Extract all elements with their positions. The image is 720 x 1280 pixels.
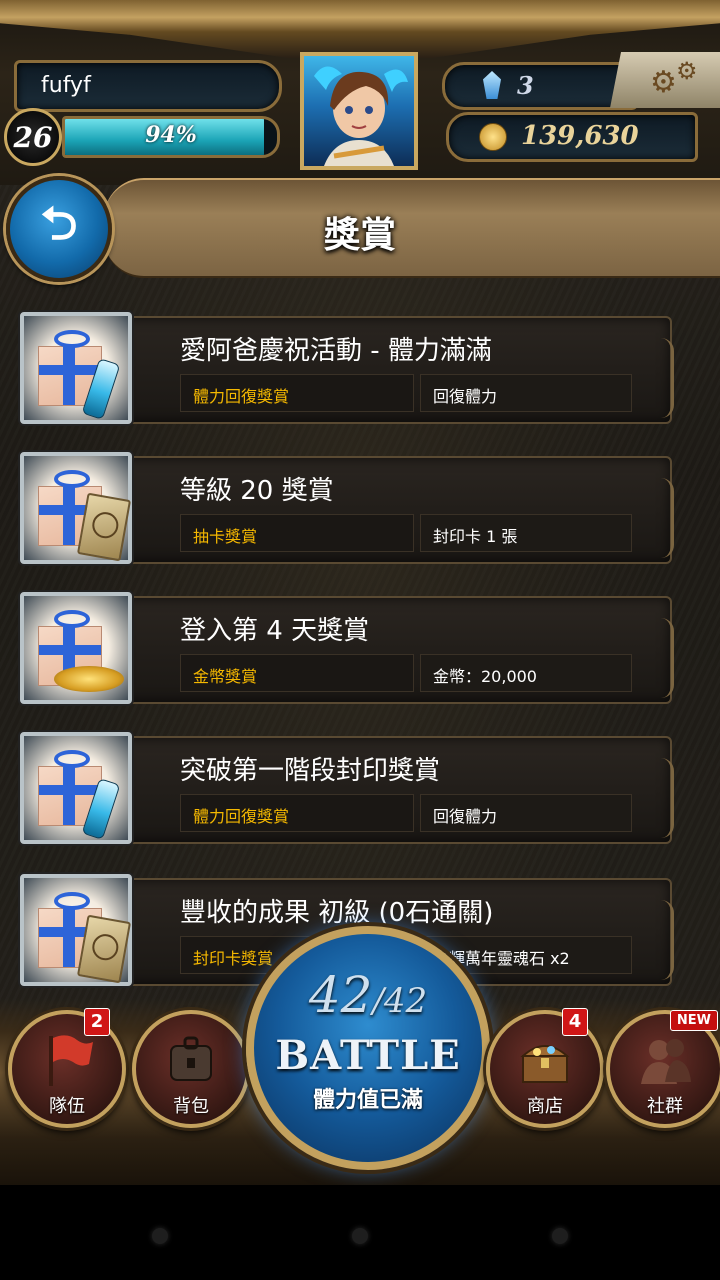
nav-team-label: 隊伍 — [49, 1096, 85, 1117]
reward-title: 豐收的成果 初級 (0石通關) — [180, 898, 494, 928]
gift-gold-coins-icon — [20, 592, 132, 704]
system-recents-button[interactable] — [552, 1228, 568, 1244]
stamina-status: 體力值已滿 — [312, 1088, 423, 1113]
nav-bag-button[interactable]: 背包 — [132, 1010, 250, 1128]
gift-stamina-vial-icon — [20, 312, 132, 424]
coin-count: 139,630 — [521, 121, 639, 151]
reward-type-box: 體力回復獎賞 — [180, 374, 414, 412]
reward-desc: 封印卡 1 張 — [433, 527, 518, 546]
gold-coin-icon — [479, 123, 507, 151]
gift-seal-card-icon — [20, 452, 132, 564]
system-home-button[interactable] — [352, 1228, 368, 1244]
reward-title: 突破第一階段封印獎賞 — [180, 756, 441, 786]
nav-shop-button[interactable]: 4 商店 — [486, 1008, 604, 1128]
stamina-max: /42 — [372, 981, 428, 1021]
gift-stamina-vial-icon — [20, 732, 132, 844]
player-level-badge: 26 — [4, 108, 62, 166]
reward-type-box: 體力回復獎賞 — [180, 794, 414, 832]
avatar-portrait-icon — [314, 66, 408, 166]
page-title: 獎賞 — [323, 215, 396, 256]
reward-row[interactable]: 愛阿爸慶祝活動 - 體力滿滿 體力回復獎賞 回復體力 — [20, 312, 674, 426]
nav-social-label: 社群 — [647, 1096, 683, 1117]
magic-stone-icon — [483, 71, 501, 99]
reward-desc-box: 金幣：20,000 — [420, 654, 632, 692]
back-arrow-icon: ⮌ — [40, 196, 78, 250]
gem-count: 3 — [517, 71, 534, 100]
backpack-icon — [136, 1032, 246, 1101]
nav-social-button[interactable]: NEW 社群 — [606, 1010, 720, 1128]
nav-shop-label: 商店 — [527, 1096, 563, 1117]
exp-bar: 94% — [62, 116, 280, 158]
gem-counter: 3 — [442, 62, 638, 110]
reward-title: 登入第 4 天獎賞 — [180, 616, 370, 646]
reward-desc-box: 封印卡 1 張 — [420, 514, 632, 552]
reward-desc: 回復體力 — [433, 387, 498, 406]
back-button[interactable]: ⮌ — [6, 176, 112, 282]
player-name-plate: fufyf — [14, 60, 282, 112]
reward-type: 抽卡獎賞 — [193, 527, 258, 546]
team-badge: 2 — [84, 1008, 110, 1036]
system-back-button[interactable] — [152, 1228, 168, 1244]
player-avatar[interactable] — [300, 52, 418, 170]
reward-desc-box: 回復體力 — [420, 794, 632, 832]
stamina-current: 42 — [308, 966, 373, 1024]
reward-type: 體力回復獎賞 — [193, 387, 290, 406]
reward-title: 等級 20 獎賞 — [180, 476, 334, 506]
header-ornament — [0, 0, 720, 58]
coin-counter: 139,630 — [446, 112, 698, 162]
reward-type-box: 抽卡獎賞 — [180, 514, 414, 552]
reward-desc-box: 回復體力 — [420, 374, 632, 412]
shop-badge: 4 — [562, 1008, 588, 1036]
battle-button[interactable]: 42/42 BATTLE 體力值已滿 — [246, 926, 490, 1170]
reward-title: 愛阿爸慶祝活動 - 體力滿滿 — [180, 336, 492, 366]
stamina-count: 42/42 — [254, 966, 482, 1024]
player-name: fufyf — [41, 73, 91, 98]
exp-percent: 94% — [145, 122, 197, 148]
nav-bag-label: 背包 — [173, 1096, 209, 1117]
title-banner: 獎賞 — [104, 178, 720, 278]
reward-row[interactable]: 等級 20 獎賞 抽卡獎賞 封印卡 1 張 — [20, 452, 674, 566]
game-screen: fufyf 26 94% 3 139,630 ⚙ ⚙ 獎賞 ⮌ 愛阿爸慶祝活動 … — [0, 0, 720, 1185]
reward-row[interactable]: 突破第一階段封印獎賞 體力回復獎賞 回復體力 — [20, 732, 674, 846]
reward-row[interactable]: 登入第 4 天獎賞 金幣獎賞 金幣：20,000 — [20, 592, 674, 706]
gift-seal-card-icon — [20, 874, 132, 986]
people-icon — [610, 1032, 720, 1101]
reward-desc: 金幣：20,000 — [433, 667, 537, 686]
red-flag-icon — [12, 1032, 122, 1101]
nav-team-button[interactable]: 2 隊伍 — [8, 1008, 126, 1128]
status-header: fufyf 26 94% 3 139,630 ⚙ ⚙ — [0, 0, 720, 185]
reward-desc: 回復體力 — [433, 807, 498, 826]
reward-type: 金幣獎賞 — [193, 667, 258, 686]
reward-type: 體力回復獎賞 — [193, 807, 290, 826]
reward-type-box: 金幣獎賞 — [180, 654, 414, 692]
gear-icon: ⚙ — [650, 65, 677, 100]
settings-button[interactable]: ⚙ ⚙ — [610, 52, 720, 108]
social-new-badge: NEW — [669, 1010, 718, 1031]
treasure-chest-icon — [490, 1032, 600, 1101]
battle-label: BATTLE — [275, 1032, 461, 1079]
gear-small-icon: ⚙ — [676, 57, 698, 85]
